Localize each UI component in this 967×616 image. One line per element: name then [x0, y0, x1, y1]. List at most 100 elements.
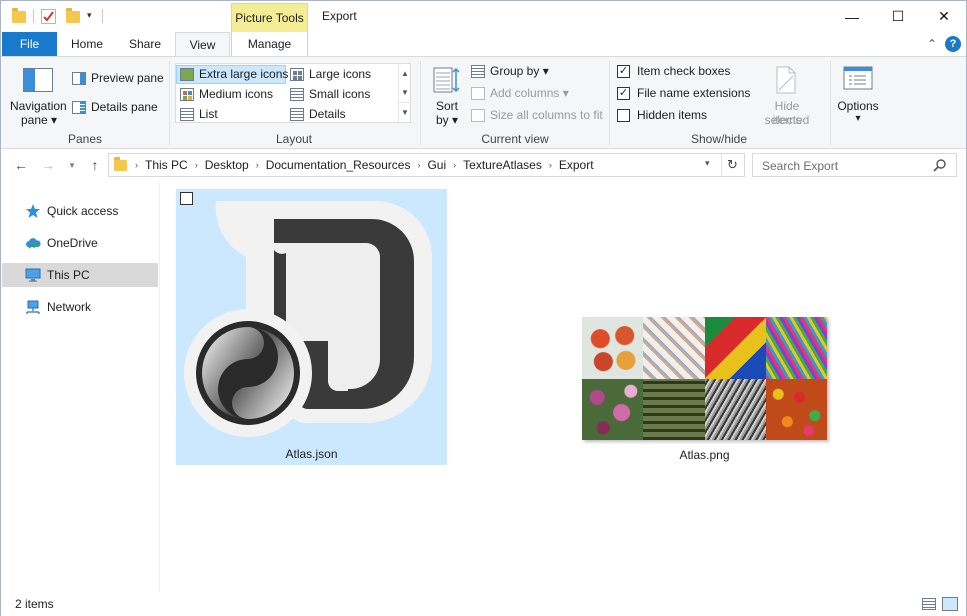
- breadcrumb-desktop[interactable]: Desktop: [201, 158, 253, 172]
- scroll-up-icon[interactable]: ▲: [399, 64, 411, 83]
- maximize-button[interactable]: ☐: [875, 1, 921, 32]
- nav-item-network[interactable]: Network: [2, 295, 158, 319]
- hide-selected-items-button[interactable]: Hide selected items: [751, 64, 823, 128]
- size-columns-label: Size all columns to fit: [490, 108, 603, 122]
- search-input[interactable]: Search Export: [752, 153, 957, 177]
- size-all-columns-button[interactable]: Size all columns to fit: [471, 108, 603, 122]
- panes-group-label: Panes: [67, 132, 103, 146]
- small-icons-icon: [290, 87, 304, 101]
- hidden-items-checkbox[interactable]: [617, 108, 630, 122]
- sort-by-label-2: by ▾: [436, 113, 459, 127]
- item-check-boxes-checkbox[interactable]: ✓: [617, 64, 630, 78]
- options-button[interactable]: Options ▾: [835, 64, 881, 128]
- layout-details[interactable]: Details: [290, 107, 346, 121]
- hidden-items-label: Hidden items: [637, 108, 708, 122]
- group-by-button[interactable]: Group by ▾: [471, 64, 549, 78]
- add-columns-button[interactable]: Add columns ▾: [471, 86, 569, 100]
- tab-manage[interactable]: Manage: [231, 32, 308, 56]
- preview-pane-button[interactable]: Preview pane: [72, 71, 164, 85]
- breadcrumb-gui[interactable]: Gui: [423, 158, 450, 172]
- layout-large-icons[interactable]: Large icons: [290, 67, 371, 81]
- sort-by-icon: [433, 66, 461, 94]
- divider: [102, 9, 103, 23]
- file-item-atlas-json[interactable]: Atlas.json: [176, 189, 447, 465]
- item-count: 2 items: [15, 597, 54, 611]
- thumbnail-tile-paperclips: [765, 317, 827, 379]
- recent-locations-button[interactable]: ▾: [65, 155, 79, 175]
- breadcrumb-separator[interactable]: ›: [414, 160, 423, 170]
- divider: [33, 9, 34, 23]
- breadcrumb-this-pc[interactable]: This PC: [141, 158, 192, 172]
- collapse-ribbon-icon[interactable]: ⌃: [927, 32, 937, 56]
- file-item-atlas-png[interactable]: Atlas.png: [582, 317, 827, 467]
- title-bar: ▾ Picture Tools Export — ☐ ✕: [1, 1, 966, 32]
- breadcrumb-separator[interactable]: ›: [192, 160, 201, 170]
- search-icon: [933, 158, 947, 172]
- breadcrumb-separator[interactable]: ›: [132, 160, 141, 170]
- thumbnail-tile-flowers: [582, 378, 644, 440]
- sort-by-button[interactable]: Sort by ▾: [427, 64, 467, 128]
- divider: [169, 61, 170, 145]
- show-hide-group-label: Show/hide: [690, 132, 748, 146]
- layout-small-icons[interactable]: Small icons: [290, 87, 370, 101]
- breadcrumb-export[interactable]: Export: [555, 158, 598, 172]
- nav-item-label: Network: [47, 300, 92, 314]
- preview-pane-label: Preview pane: [91, 71, 164, 85]
- tab-home[interactable]: Home: [63, 32, 111, 56]
- breadcrumb-textureatlases[interactable]: TextureAtlases: [459, 158, 546, 172]
- tab-file[interactable]: File: [2, 32, 57, 56]
- layout-extra-large-icons[interactable]: Extra large icons: [180, 67, 288, 81]
- minimize-button[interactable]: —: [829, 1, 875, 32]
- file-name-extensions-toggle[interactable]: ✓ File name extensions: [617, 86, 750, 100]
- address-bar[interactable]: › This PC › Desktop › Documentation_Reso…: [108, 153, 745, 177]
- window-title: Export: [322, 9, 357, 23]
- details-pane-button[interactable]: Details pane: [72, 100, 158, 114]
- options-icon: [843, 66, 873, 90]
- file-name-extensions-checkbox[interactable]: ✓: [617, 86, 630, 100]
- navigation-pane-button[interactable]: Navigation pane ▾: [7, 64, 69, 128]
- layout-list[interactable]: List: [180, 107, 218, 121]
- breadcrumb-documentation-resources[interactable]: Documentation_Resources: [262, 158, 415, 172]
- ribbon: Navigation pane ▾ Preview pane Details p…: [1, 56, 966, 149]
- back-button[interactable]: ←: [11, 155, 31, 175]
- nav-item-this-pc[interactable]: This PC: [2, 263, 158, 287]
- group-by-label: Group by ▾: [490, 64, 549, 78]
- forward-button[interactable]: →: [38, 155, 58, 175]
- nav-item-quick-access[interactable]: Quick access: [2, 199, 158, 223]
- tab-view[interactable]: View: [175, 32, 230, 57]
- nav-item-label: Quick access: [47, 204, 119, 218]
- more-layouts-icon[interactable]: ▼: [399, 102, 411, 121]
- customize-quick-access-icon[interactable]: ▾: [87, 10, 92, 21]
- divider: [830, 61, 831, 145]
- tab-share[interactable]: Share: [121, 32, 169, 56]
- address-history-dropdown-icon[interactable]: ▾: [705, 158, 710, 169]
- details-view-toggle-icon[interactable]: [922, 598, 936, 610]
- layout-medium-icons[interactable]: Medium icons: [180, 87, 273, 101]
- hidden-items-toggle[interactable]: Hidden items: [617, 108, 707, 122]
- navigation-pane-icon: [23, 68, 53, 92]
- thumbnail-tile-pins: [704, 378, 766, 440]
- refresh-icon[interactable]: ↻: [721, 154, 743, 176]
- layout-scrollbar[interactable]: ▲ ▼ ▼: [398, 64, 411, 122]
- new-folder-icon[interactable]: [65, 8, 81, 26]
- breadcrumb-separator[interactable]: ›: [450, 160, 459, 170]
- nav-item-label: This PC: [47, 268, 90, 282]
- status-bar: 2 items: [1, 592, 966, 616]
- up-button[interactable]: ↑: [85, 155, 105, 175]
- properties-check-icon[interactable]: [41, 9, 56, 24]
- divider: [420, 61, 421, 145]
- options-arrow-icon: ▾: [855, 113, 861, 124]
- nav-item-onedrive[interactable]: OneDrive: [2, 231, 158, 255]
- item-check-boxes-toggle[interactable]: ✓ Item check boxes: [617, 64, 730, 78]
- large-icons-view-toggle-icon[interactable]: [942, 597, 958, 611]
- layout-option-label: Details: [309, 107, 346, 121]
- thumbnail-tile-keyboard: [643, 378, 705, 440]
- breadcrumb-separator[interactable]: ›: [546, 160, 555, 170]
- breadcrumb-separator[interactable]: ›: [253, 160, 262, 170]
- help-icon[interactable]: ?: [945, 36, 961, 52]
- layout-option-label: Small icons: [309, 87, 371, 101]
- file-name-extensions-label: File name extensions: [637, 86, 751, 100]
- close-button[interactable]: ✕: [921, 1, 967, 32]
- explorer-window: ▾ Picture Tools Export — ☐ ✕ File Home S…: [0, 0, 967, 616]
- scroll-down-icon[interactable]: ▼: [399, 83, 411, 102]
